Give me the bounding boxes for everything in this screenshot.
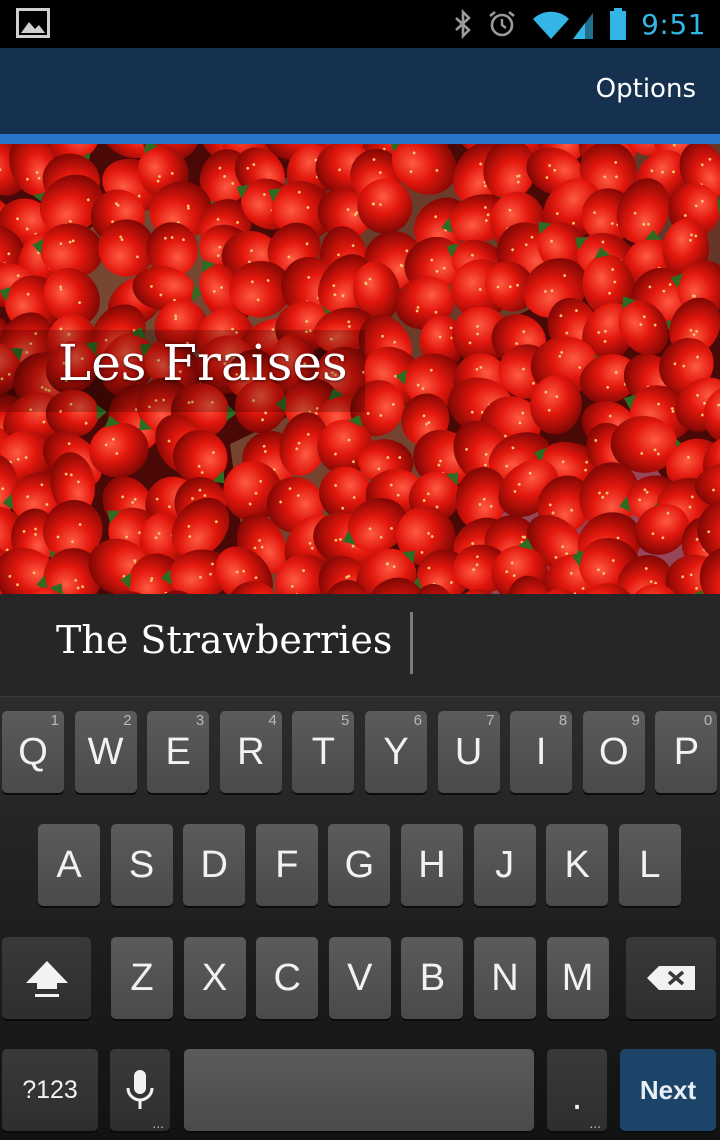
options-button[interactable]: Options (596, 48, 696, 134)
key-label: A (56, 843, 82, 886)
key-hint: 4 (268, 712, 277, 729)
key-hint: 6 (413, 712, 422, 729)
key-v[interactable]: V (328, 937, 391, 1019)
more-options-dots: ... (152, 1115, 164, 1131)
key-label: F (275, 843, 299, 886)
key-p[interactable]: P0 (655, 711, 718, 793)
key-x[interactable]: X (183, 937, 246, 1019)
key-label: U (454, 730, 483, 773)
shift-arrow-icon (25, 961, 68, 997)
subtitle-input[interactable]: The Strawberries (56, 618, 392, 662)
key-y[interactable]: Y6 (365, 711, 427, 793)
key-hint: 7 (486, 712, 495, 729)
key-label: T (311, 730, 335, 773)
key-label: Q (18, 730, 48, 773)
soft-keyboard: Q1W2E3R4T5Y6U7I8O9P0 ASDFGHJKL ZXCVBNM ?… (0, 696, 720, 1140)
microphone-icon (126, 1070, 154, 1109)
key-n[interactable]: N (474, 937, 536, 1019)
key-label: Z (130, 956, 154, 999)
space-key[interactable] (184, 1049, 534, 1131)
status-icons: 9:51 (453, 0, 706, 48)
clock: 9:51 (641, 7, 706, 41)
hero-title[interactable]: Les Fraises (58, 334, 348, 392)
key-s[interactable]: S (110, 824, 173, 906)
key-w[interactable]: W2 (74, 711, 137, 793)
key-label: D (200, 843, 228, 886)
key-o[interactable]: O9 (582, 711, 645, 793)
key-label: J (495, 843, 515, 886)
key-hint: 9 (631, 712, 640, 729)
next-key[interactable]: Next (620, 1049, 716, 1131)
key-hint: 8 (558, 712, 568, 729)
subtitle-field[interactable]: The Strawberries (0, 594, 720, 696)
key-label: W (87, 730, 124, 773)
symbols-key[interactable]: ?123 (2, 1049, 98, 1131)
key-hint: 0 (704, 712, 713, 729)
key-label: S (128, 843, 155, 886)
gallery-notification-icon (16, 8, 50, 38)
action-bar-accent-line (0, 134, 720, 144)
key-hint: 5 (341, 712, 350, 729)
key-b[interactable]: B (401, 937, 464, 1019)
key-f[interactable]: F (255, 824, 318, 906)
backspace-icon (647, 966, 695, 990)
wifi-signal-icon (533, 11, 594, 39)
text-cursor (410, 612, 413, 674)
period-label: . (571, 1075, 583, 1118)
key-k[interactable]: K (546, 824, 609, 906)
key-g[interactable]: G (328, 824, 391, 906)
key-d[interactable]: D (183, 824, 246, 906)
key-label: L (639, 843, 661, 886)
key-hint: 2 (123, 712, 132, 729)
key-z[interactable]: Z (111, 937, 173, 1019)
key-label: I (535, 730, 547, 773)
key-hint: 1 (50, 712, 59, 729)
key-i[interactable]: I8 (510, 711, 573, 793)
key-label: R (237, 730, 265, 773)
key-label: P (673, 730, 700, 773)
shift-key[interactable] (2, 937, 91, 1019)
key-label: X (201, 956, 228, 999)
key-label: Y (383, 730, 409, 773)
more-options-dots: ... (589, 1115, 601, 1131)
hero-image: Les Fraises (0, 144, 720, 594)
status-bar: 9:51 (0, 0, 720, 48)
period-key[interactable]: . ... (547, 1049, 607, 1131)
key-c[interactable]: C (256, 937, 319, 1019)
key-e[interactable]: E3 (147, 711, 210, 793)
bluetooth-icon (455, 9, 471, 39)
key-label: O (599, 730, 629, 773)
key-a[interactable]: A (38, 824, 100, 906)
battery-icon (610, 8, 627, 40)
key-l[interactable]: L (618, 824, 681, 906)
key-hint: 3 (195, 712, 205, 729)
key-u[interactable]: U7 (437, 711, 500, 793)
key-t[interactable]: T5 (292, 711, 355, 793)
key-label: N (491, 956, 519, 999)
key-j[interactable]: J (473, 824, 536, 906)
alarm-icon (489, 10, 515, 37)
key-label: H (418, 843, 446, 886)
key-h[interactable]: H (401, 824, 463, 906)
key-q[interactable]: Q1 (2, 711, 64, 793)
key-label: M (561, 956, 594, 999)
key-label: V (347, 956, 373, 999)
backspace-key[interactable] (626, 937, 716, 1019)
voice-input-key[interactable]: ... (110, 1049, 170, 1131)
key-label: B (419, 956, 446, 999)
key-label: G (344, 843, 375, 886)
key-r[interactable]: R4 (219, 711, 282, 793)
key-m[interactable]: M (546, 937, 609, 1019)
key-label: E (165, 730, 191, 773)
key-label: K (564, 843, 590, 886)
key-label: C (273, 956, 301, 999)
